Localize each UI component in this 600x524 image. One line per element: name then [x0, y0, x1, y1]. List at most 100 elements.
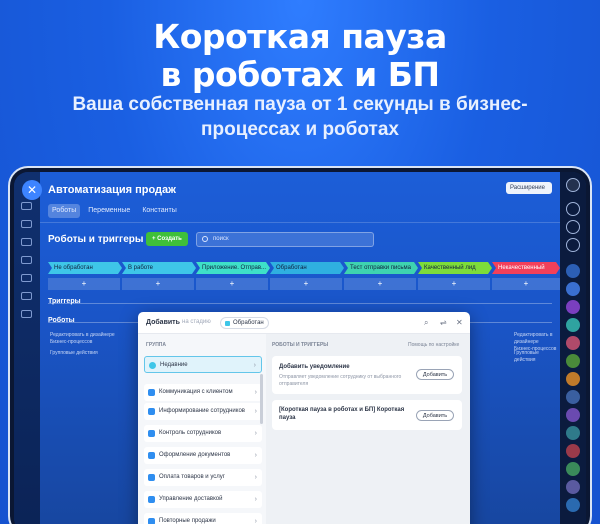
- settings-icon[interactable]: ⇌: [440, 318, 447, 327]
- chevron-right-icon: ›: [254, 389, 257, 396]
- close-icon[interactable]: ✕: [22, 180, 42, 200]
- create-button[interactable]: + Создать: [146, 232, 188, 246]
- chat-icon[interactable]: [566, 238, 580, 252]
- menu-icon[interactable]: [21, 292, 32, 300]
- app-icon[interactable]: [566, 480, 580, 494]
- chevron-right-icon: ›: [254, 408, 257, 415]
- add-robot-button[interactable]: Добавить: [416, 369, 454, 380]
- group-item[interactable]: Контроль сотрудников ›: [144, 425, 262, 442]
- app-icon[interactable]: [566, 354, 580, 368]
- divider: [40, 222, 560, 223]
- app-icon[interactable]: [566, 408, 580, 422]
- group-label: Контроль сотрудников: [159, 430, 222, 436]
- app-icon[interactable]: [566, 462, 580, 476]
- stage-chip[interactable]: Некачественный: [492, 262, 560, 274]
- headline-line-2: в роботах и БП: [160, 55, 440, 94]
- promo-headline: Короткая пауза в роботах и БП: [0, 18, 600, 94]
- group-label: Оформление документов: [159, 452, 231, 458]
- add-robot-dialog: Добавить на стадию Обработан ⌕ ⇌ ✕ ГРУПП…: [138, 312, 470, 524]
- dialog-title: Добавить: [146, 319, 180, 326]
- stage-chip[interactable]: Тест отправки письма: [344, 262, 418, 274]
- robot-title: [Короткая пауза в роботах и БП] Короткая…: [279, 406, 404, 422]
- close-icon[interactable]: ✕: [456, 318, 463, 327]
- stage-selector[interactable]: Обработан: [220, 317, 269, 329]
- bell-icon[interactable]: [566, 202, 580, 216]
- scrollbar[interactable]: [260, 374, 263, 424]
- chevron-right-icon: ›: [254, 430, 257, 437]
- robot-card: [Короткая пауза в роботах и БП] Короткая…: [272, 400, 462, 430]
- app-icon[interactable]: [566, 498, 580, 512]
- avatar[interactable]: [566, 178, 580, 192]
- app-icon[interactable]: [566, 426, 580, 440]
- menu-icon[interactable]: [21, 202, 32, 210]
- chevron-right-icon: ›: [254, 496, 257, 503]
- app-icon[interactable]: [566, 300, 580, 314]
- ghost-text: Редактировать в дизайнере: [514, 332, 553, 345]
- add-robot-plus[interactable]: +: [270, 278, 342, 290]
- search-icon[interactable]: ⌕: [424, 318, 428, 328]
- group-label: Недавние: [160, 362, 188, 368]
- search-icon[interactable]: [566, 220, 580, 234]
- add-robot-plus[interactable]: +: [492, 278, 560, 290]
- robot-description-line: Отправляет уведомление сотруднику от выб…: [279, 374, 402, 380]
- tab-robots[interactable]: Роботы: [48, 204, 81, 218]
- group-item[interactable]: Управление доставкой ›: [144, 491, 262, 508]
- left-sidebar: [14, 172, 40, 524]
- app-icon[interactable]: [566, 264, 580, 278]
- robot-description-line: отправителя: [279, 381, 309, 387]
- group-item[interactable]: Информирование сотрудников ›: [144, 403, 262, 420]
- extensions-button[interactable]: Расширение: [506, 182, 552, 194]
- user-icon: [148, 430, 155, 437]
- app-icon[interactable]: [566, 372, 580, 386]
- tab-variables[interactable]: Переменные: [84, 204, 134, 218]
- menu-icon[interactable]: [21, 310, 32, 318]
- chevron-right-icon: ›: [253, 362, 256, 369]
- group-item[interactable]: Повторные продажи ›: [144, 513, 262, 524]
- add-robot-button[interactable]: Добавить: [416, 410, 454, 421]
- stage-selector-label: Обработан: [233, 320, 264, 326]
- menu-icon[interactable]: [21, 220, 32, 228]
- group-actions-link[interactable]: Групповые действия: [50, 350, 98, 357]
- app-icon[interactable]: [566, 390, 580, 404]
- group-list: ГРУППА Недавние › Коммуникация с клиенто…: [138, 334, 266, 524]
- group-actions-link[interactable]: Групповые действия: [514, 350, 560, 364]
- menu-icon[interactable]: [21, 256, 32, 264]
- tab-constants[interactable]: Константы: [138, 204, 180, 218]
- add-robot-plus[interactable]: +: [196, 278, 268, 290]
- add-robot-plus[interactable]: +: [122, 278, 194, 290]
- group-item[interactable]: Коммуникация с клиентом ›: [144, 384, 262, 401]
- menu-icon[interactable]: [21, 238, 32, 246]
- promo-subline: Ваша собственная пауза от 1 секунды в би…: [40, 92, 560, 142]
- help-link[interactable]: Помощь по настройке: [408, 342, 459, 348]
- payment-icon: [148, 474, 155, 481]
- add-robot-plus[interactable]: +: [48, 278, 120, 290]
- robot-title: Добавить уведомление: [279, 364, 350, 370]
- add-robot-plus[interactable]: +: [344, 278, 416, 290]
- stage-chip[interactable]: Качественный лид: [418, 262, 492, 274]
- menu-icon[interactable]: [21, 274, 32, 282]
- stage-chip[interactable]: Обработан: [270, 262, 344, 274]
- app-icon[interactable]: [566, 318, 580, 332]
- tab-bar: Роботы Переменные Константы: [48, 204, 181, 218]
- search-input[interactable]: поиск: [196, 232, 374, 247]
- app-icon[interactable]: [566, 336, 580, 350]
- subline-line-2: процессах и роботах: [201, 119, 399, 140]
- stage-chip[interactable]: В работе: [122, 262, 196, 274]
- search-placeholder: поиск: [213, 236, 229, 242]
- group-item[interactable]: Оплата товаров и услуг ›: [144, 469, 262, 486]
- stage-chip[interactable]: Не обработан: [48, 262, 122, 274]
- app-icon[interactable]: [566, 282, 580, 296]
- robot-title-line: пауза: [279, 415, 296, 421]
- ghost-text: Редактировать в дизайнере: [50, 332, 115, 338]
- chevron-right-icon: ›: [254, 452, 257, 459]
- stage-color-dot: [225, 321, 230, 326]
- document-icon: [148, 452, 155, 459]
- stage-chip[interactable]: Приложение. Отправ...: [196, 262, 270, 274]
- robot-card: Добавить уведомление Отправляет уведомле…: [272, 356, 462, 394]
- chat-icon: [148, 389, 155, 396]
- add-robot-plus[interactable]: +: [418, 278, 490, 290]
- edit-in-designer-link[interactable]: Редактировать в дизайнере Бизнес-процесс…: [50, 332, 115, 346]
- group-item[interactable]: Оформление документов ›: [144, 447, 262, 464]
- app-icon[interactable]: [566, 444, 580, 458]
- group-item-recent[interactable]: Недавние ›: [144, 356, 262, 373]
